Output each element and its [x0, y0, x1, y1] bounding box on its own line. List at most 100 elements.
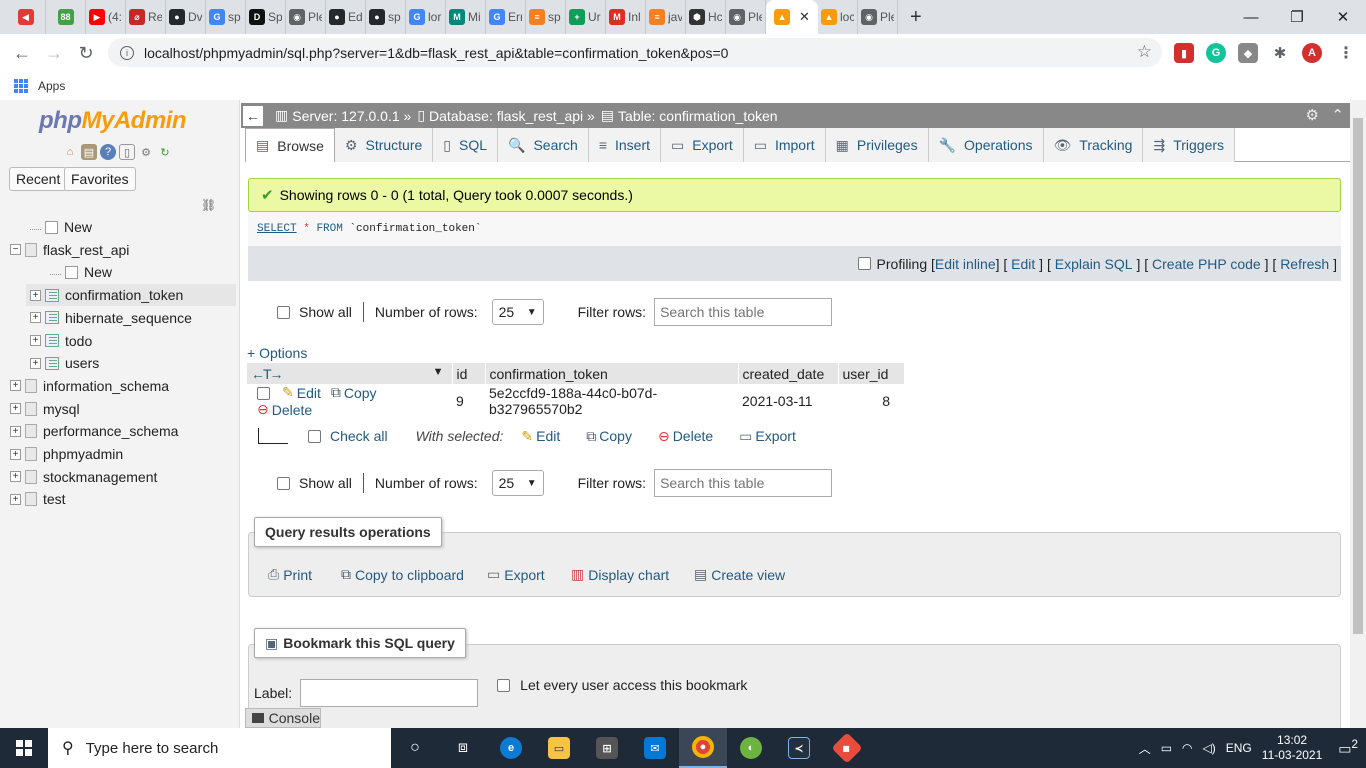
- back-arrow-icon[interactable]: ←: [6, 43, 38, 64]
- tree-item-db[interactable]: + phpmyadmin: [0, 443, 240, 465]
- edit-query-link[interactable]: Edit: [1011, 256, 1035, 272]
- file-explorer-icon[interactable]: ▭: [535, 728, 583, 768]
- show-all-checkbox[interactable]: [277, 476, 290, 490]
- grammarly-icon[interactable]: G: [1206, 43, 1226, 63]
- home-icon[interactable]: ⌂: [62, 144, 78, 160]
- export-results-link[interactable]: ▭ Export: [487, 566, 545, 583]
- options-link[interactable]: + Options: [247, 345, 307, 361]
- collapse-icon[interactable]: −: [10, 244, 21, 256]
- bulk-export-button[interactable]: ▭ Export: [739, 428, 796, 445]
- tab-sql[interactable]: ▯ SQL: [433, 128, 499, 162]
- browser-tab[interactable]: ▶ (4:: [86, 0, 126, 34]
- profile-avatar[interactable]: A: [1302, 43, 1322, 63]
- row-delete-link[interactable]: ⊖ Delete: [257, 401, 312, 418]
- browser-tab[interactable]: ● Ed: [326, 0, 366, 34]
- spring-tool-icon[interactable]: ◐: [727, 728, 775, 768]
- bulk-delete-button[interactable]: ⊖ Delete: [658, 428, 713, 445]
- phpmyadmin-logo[interactable]: phpMyAdmin: [39, 107, 186, 135]
- browser-tab[interactable]: ≡ sp: [526, 0, 566, 34]
- close-window-icon[interactable]: ✕: [1320, 0, 1366, 34]
- expand-icon[interactable]: +: [10, 425, 21, 437]
- tab-export[interactable]: ▭ Export: [661, 128, 744, 162]
- tab-import[interactable]: ▭ Import: [743, 128, 826, 162]
- windows-start-button[interactable]: [0, 728, 48, 768]
- collapse-arrow-icon[interactable]: ←: [243, 105, 263, 126]
- bulk-edit-button[interactable]: ✎ Edit: [521, 428, 560, 445]
- apps-bookmark[interactable]: Apps: [38, 79, 65, 93]
- extension-leaf-icon[interactable]: ◆: [1238, 43, 1258, 63]
- help-icon[interactable]: ?: [100, 144, 116, 160]
- row-checkbox[interactable]: [257, 386, 270, 400]
- expand-icon[interactable]: +: [10, 493, 21, 505]
- bulk-copy-button[interactable]: ⧉ Copy: [586, 428, 632, 445]
- language-indicator[interactable]: ENG: [1226, 741, 1252, 755]
- expand-icon[interactable]: +: [10, 380, 21, 392]
- browser-tab[interactable]: ▲ ✕: [766, 0, 818, 34]
- column-resize-arrows-icon[interactable]: ←T→: [251, 366, 284, 382]
- browser-tab[interactable]: + Ur: [566, 0, 606, 34]
- print-link[interactable]: ⎙ Print: [268, 566, 312, 583]
- explain-sql-link[interactable]: Explain SQL: [1055, 256, 1133, 272]
- tree-item-table[interactable]: + todo: [0, 330, 240, 352]
- link-chain-icon[interactable]: ⛓: [201, 198, 216, 212]
- tree-item-db[interactable]: + mysql: [0, 398, 240, 420]
- browser-tab[interactable]: M Inl: [606, 0, 646, 34]
- expand-icon[interactable]: +: [30, 335, 41, 346]
- browser-menu-icon[interactable]: ⋮: [1336, 43, 1356, 63]
- clock[interactable]: 13:02 11-03-2021: [1262, 733, 1323, 763]
- tree-item-new[interactable]: New: [0, 216, 240, 238]
- cell-confirmation-token[interactable]: 5e2ccfd9-188a-44c0-b07d-b327965570b2: [485, 384, 738, 418]
- tree-item-db[interactable]: + stockmanagement: [0, 466, 240, 488]
- show-all-checkbox[interactable]: [277, 305, 290, 319]
- browser-tab[interactable]: ⌀ Re: [126, 0, 166, 34]
- bookmark-star-icon[interactable]: ☆: [1137, 42, 1152, 62]
- taskbar-search-box[interactable]: ⚲ Type here to search: [48, 728, 391, 768]
- forward-arrow-icon[interactable]: →: [38, 43, 70, 64]
- site-info-icon[interactable]: i: [120, 45, 134, 60]
- edge-browser-icon[interactable]: e: [487, 728, 535, 768]
- apps-grid-icon[interactable]: [14, 79, 28, 93]
- tree-item-new[interactable]: New: [0, 261, 240, 283]
- git-tool-icon[interactable]: ◆: [823, 728, 871, 768]
- scrollbar-thumb[interactable]: [1353, 118, 1363, 634]
- tab-privileges[interactable]: ▦ Privileges: [825, 128, 929, 162]
- expand-icon[interactable]: +: [30, 289, 41, 301]
- rows-select[interactable]: 25 ▼: [491, 299, 544, 325]
- every-user-checkbox[interactable]: [497, 678, 511, 692]
- new-tab-button[interactable]: +: [910, 6, 922, 29]
- browser-tab[interactable]: 88: [46, 0, 86, 34]
- chrome-icon[interactable]: ●: [679, 728, 727, 768]
- expand-icon[interactable]: +: [10, 403, 21, 415]
- reload-icon[interactable]: ↻: [70, 43, 102, 64]
- settings-gear-icon[interactable]: ⚙: [138, 144, 154, 160]
- store-icon[interactable]: ⊞: [583, 728, 631, 768]
- logout-icon[interactable]: ▤: [81, 144, 97, 160]
- cell-user-id[interactable]: 8: [838, 384, 904, 418]
- display-chart-link[interactable]: ▥ Display chart: [571, 566, 669, 583]
- check-all-checkbox[interactable]: [308, 429, 321, 443]
- docs-icon[interactable]: ▯: [119, 144, 135, 160]
- tab-insert[interactable]: ≡ Insert: [588, 128, 662, 162]
- tree-item-db[interactable]: − flask_rest_api: [0, 239, 240, 261]
- page-scrollbar[interactable]: [1350, 100, 1366, 728]
- column-header-created-date[interactable]: created_date: [738, 363, 839, 384]
- tree-item-table[interactable]: + users: [0, 352, 240, 374]
- tab-structure[interactable]: ⚙ Structure: [334, 128, 434, 162]
- browser-tab[interactable]: GErr: [486, 0, 526, 34]
- browser-tab[interactable]: ◉Ple: [726, 0, 766, 34]
- mail-icon[interactable]: ✉: [631, 728, 679, 768]
- minimize-icon[interactable]: —: [1228, 0, 1274, 34]
- tab-search[interactable]: 🔍 Search: [498, 128, 589, 162]
- expand-icon[interactable]: +: [10, 471, 21, 483]
- browser-tab[interactable]: M Mi: [446, 0, 486, 34]
- edit-inline-link[interactable]: Edit inline: [935, 256, 996, 272]
- task-view-icon[interactable]: ⧈: [439, 728, 487, 768]
- sql-select-keyword[interactable]: SELECT: [257, 223, 297, 235]
- check-all-label[interactable]: Check all: [330, 428, 388, 444]
- breadcrumb-table[interactable]: Table: confirmation_token: [618, 108, 778, 124]
- tree-item-db[interactable]: + test: [0, 488, 240, 510]
- vscode-icon[interactable]: ≺: [775, 728, 823, 768]
- cell-created-date[interactable]: 2021-03-11: [738, 384, 838, 418]
- close-tab-icon[interactable]: ✕: [799, 9, 810, 25]
- console-toggle[interactable]: Console: [245, 708, 321, 728]
